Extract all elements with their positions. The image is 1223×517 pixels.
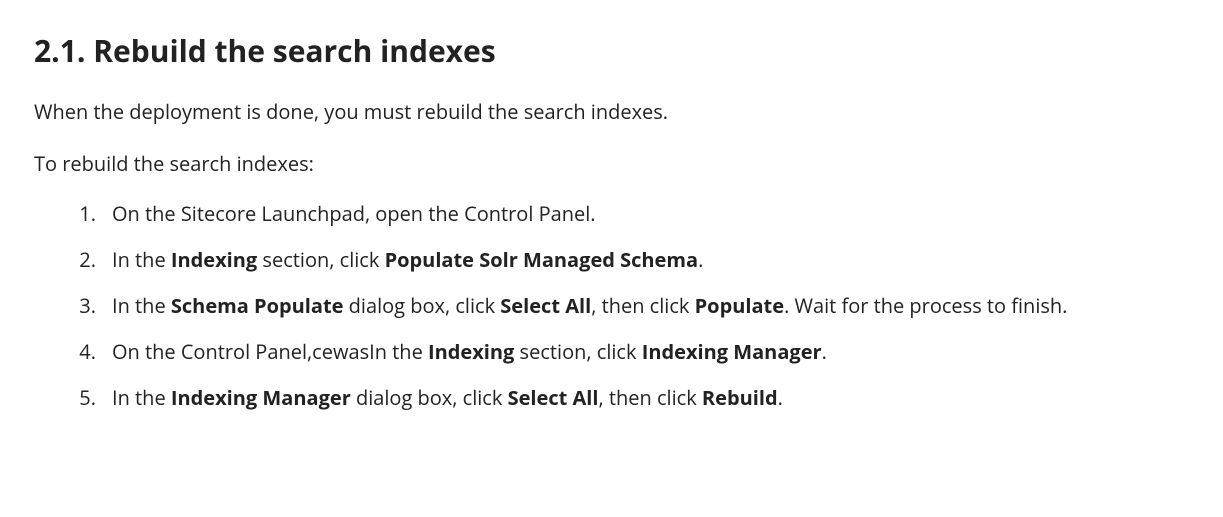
step-bold: Select All — [508, 384, 599, 411]
step-text: , then click — [599, 384, 702, 411]
step-item: In the Indexing Manager dialog box, clic… — [60, 383, 1189, 413]
step-bold: Rebuild — [702, 384, 778, 411]
step-bold: Schema Populate — [171, 292, 344, 319]
step-text: . — [778, 384, 783, 411]
step-bold: Indexing — [171, 246, 257, 273]
step-item: In the Indexing section, click Populate … — [60, 245, 1189, 275]
step-text: In the — [112, 292, 171, 319]
steps-list: On the Sitecore Launchpad, open the Cont… — [34, 199, 1189, 413]
step-text: dialog box, click — [343, 292, 500, 319]
lead-paragraph: To rebuild the search indexes: — [34, 149, 1189, 179]
step-item: On the Control Panel,cewasIn the Indexin… — [60, 337, 1189, 367]
step-bold: Indexing Manager — [642, 338, 822, 365]
step-text: . — [822, 338, 827, 365]
step-bold: Populate — [695, 292, 784, 319]
intro-paragraph: When the deployment is done, you must re… — [34, 97, 1189, 127]
step-bold: Select All — [500, 292, 591, 319]
step-text: In the — [112, 246, 171, 273]
step-text: . Wait for the process to finish. — [784, 292, 1067, 319]
step-bold: Populate Solr Managed Schema — [385, 246, 699, 273]
section-heading: 2.1. Rebuild the search indexes — [34, 28, 1189, 73]
step-text: On the Sitecore Launchpad, open the Cont… — [112, 200, 596, 227]
step-text: section, click — [257, 246, 384, 273]
step-text: . — [698, 246, 703, 273]
step-item: In the Schema Populate dialog box, click… — [60, 291, 1189, 321]
step-text: dialog box, click — [351, 384, 508, 411]
step-bold: Indexing Manager — [171, 384, 351, 411]
step-text: , then click — [591, 292, 694, 319]
step-bold: Indexing — [428, 338, 514, 365]
step-text: In the — [112, 384, 171, 411]
step-text: On the Control Panel,cewasIn the — [112, 338, 428, 365]
step-text: section, click — [514, 338, 641, 365]
step-item: On the Sitecore Launchpad, open the Cont… — [60, 199, 1189, 229]
